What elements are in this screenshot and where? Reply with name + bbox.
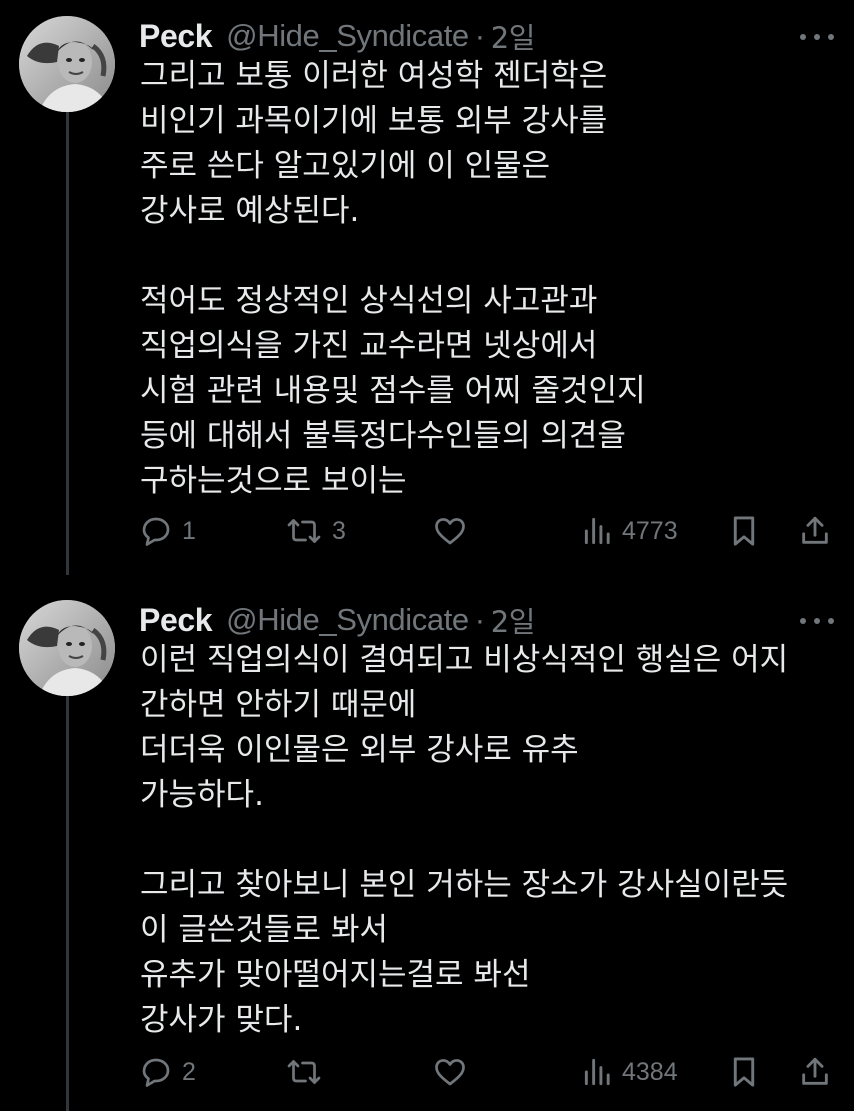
share-icon <box>802 1057 828 1085</box>
heart-icon <box>435 1059 465 1086</box>
reply-count: 2 <box>182 1057 196 1086</box>
tweet-header: Peck @Hide_Syndicate · 2일 <box>139 600 535 640</box>
tweet-text-line: 가능하다. <box>140 777 264 813</box>
share-button[interactable] <box>798 509 832 553</box>
user-handle[interactable]: @Hide_Syndicate <box>226 602 469 638</box>
display-name[interactable]: Peck <box>139 18 213 55</box>
views-icon <box>584 517 610 545</box>
tweet-text-line: 그리고 보통 이러한 여성학 젠더학은 <box>140 58 608 94</box>
tweet-text-line <box>140 234 840 279</box>
tweet-text-line: 유추가 맞아떨어지는걸로 봐선 <box>140 957 531 993</box>
tweet-header: Peck @Hide_Syndicate · 2일 <box>139 16 535 56</box>
bookmark-button[interactable] <box>728 1050 760 1094</box>
tweet-text-line: 더더욱 이인물은 외부 강사로 유추 <box>140 732 579 768</box>
tweet-text-line <box>140 818 840 863</box>
tweet-text-line: 직업의식을 가진 교수라면 넷상에서 <box>140 328 598 364</box>
tweet-text-line: 구하는것으로 보이는 <box>140 463 407 499</box>
tweet-text-line: 이 글쓴것들로 봐서 <box>140 912 388 948</box>
tweet-text-line: 등에 대해서 불특정다수인들의 의견을 <box>140 418 626 454</box>
views-button[interactable]: 4773 <box>582 509 678 553</box>
reply-button[interactable]: 2 <box>138 1050 196 1094</box>
retweet-icon <box>287 519 321 543</box>
avatar[interactable] <box>19 600 115 696</box>
timestamp[interactable]: 2일 <box>491 15 536 57</box>
heart-icon <box>435 518 465 545</box>
tweet-text-line: 강사가 맞다. <box>140 1002 303 1038</box>
tweet-text-line: 비인기 과목이기에 보통 외부 강사를 <box>140 103 608 139</box>
tweet-text-line: 주로 쓴다 알고있기에 이 인물은 <box>140 148 551 184</box>
share-button[interactable] <box>798 1050 832 1094</box>
tweet-text-line: 적어도 정상적인 상식선의 사고관과 <box>140 283 598 319</box>
tweet-text-line: 시험 관련 내용및 점수를 어찌 줄것인지 <box>140 373 646 409</box>
bookmark-icon <box>733 516 755 546</box>
tweet-text-line: 강사로 예상된다. <box>140 193 360 229</box>
retweet-icon <box>287 1060 321 1084</box>
like-button[interactable] <box>432 1050 468 1094</box>
user-handle[interactable]: @Hide_Syndicate <box>226 18 469 54</box>
retweet-count: 3 <box>332 516 346 545</box>
retweet-button[interactable] <box>284 1050 332 1094</box>
tweet[interactable]: Peck @Hide_Syndicate · 2일 그리고 보통 이러한 여성학… <box>0 16 854 576</box>
bookmark-button[interactable] <box>728 509 760 553</box>
avatar[interactable] <box>19 16 115 112</box>
reply-count: 1 <box>182 516 196 545</box>
more-icon[interactable] <box>800 30 834 44</box>
timestamp[interactable]: 2일 <box>491 599 536 641</box>
tweet-text: 이런 직업의식이 결여되고 비상식적인 행실은 어지 간하면 안하기 때문에 더… <box>140 638 840 1043</box>
action-bar: 2 4384 <box>0 1050 854 1094</box>
like-button[interactable] <box>432 509 468 553</box>
reply-icon <box>142 517 170 546</box>
more-icon[interactable] <box>800 614 834 628</box>
tweet-text-line: 간하면 안하기 때문에 <box>140 687 417 723</box>
views-count: 4384 <box>622 1057 678 1086</box>
views-button[interactable]: 4384 <box>582 1050 678 1094</box>
bookmark-icon <box>733 1057 755 1087</box>
reply-icon <box>142 1058 170 1087</box>
tweet-text-line: 이런 직업의식이 결여되고 비상식적인 행실은 어지 <box>140 642 789 678</box>
separator-dot: · <box>474 602 485 637</box>
tweet[interactable]: Peck @Hide_Syndicate · 2일 이런 직업의식이 결여되고 … <box>0 600 854 1111</box>
share-icon <box>802 516 828 544</box>
tweet-text-line: 그리고 찾아보니 본인 거하는 장소가 강사실이란듯 <box>140 867 789 903</box>
action-bar: 1 3 4773 <box>0 509 854 553</box>
views-count: 4773 <box>622 516 678 545</box>
retweet-button[interactable]: 3 <box>284 509 346 553</box>
tweet-text: 그리고 보통 이러한 여성학 젠더학은 비인기 과목이기에 보통 외부 강사를 … <box>140 54 840 504</box>
reply-button[interactable]: 1 <box>138 509 196 553</box>
display-name[interactable]: Peck <box>139 602 213 639</box>
views-icon <box>584 1058 610 1086</box>
separator-dot: · <box>474 18 485 53</box>
